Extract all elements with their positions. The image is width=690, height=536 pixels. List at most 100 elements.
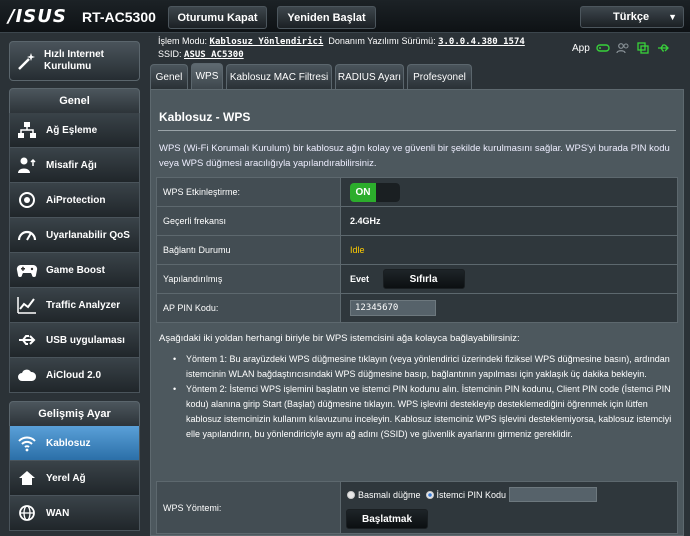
configured-label: Yapılandırılmış bbox=[156, 264, 341, 294]
general-section-title: Genel bbox=[9, 88, 140, 114]
tab-general[interactable]: Genel bbox=[150, 64, 188, 89]
guest-network-icon bbox=[16, 155, 38, 175]
sidebar-item-label: Yerel Ağ bbox=[46, 472, 86, 484]
aiprotection-icon bbox=[16, 190, 38, 210]
top-bar: /ISUS RT-AC5300 Oturumu Kapat Yeniden Ba… bbox=[0, 0, 690, 33]
frequency-value: 2.4GHz bbox=[340, 206, 678, 236]
page-description: WPS (Wi-Fi Korumalı Kurulum) bir kablosu… bbox=[159, 143, 670, 169]
sidebar-item-network-map[interactable]: Ağ Eşleme bbox=[9, 113, 140, 148]
tab-mac-filter[interactable]: Kablosuz MAC Filtresi bbox=[226, 64, 332, 89]
users-icon[interactable] bbox=[616, 42, 630, 54]
wps-method-label: WPS Yöntemi: bbox=[156, 481, 341, 534]
sidebar-item-label: USB uygulaması bbox=[46, 334, 125, 346]
mode-label: İşlem Modu: bbox=[158, 36, 208, 46]
page-title: Kablosuz - WPS bbox=[159, 110, 251, 124]
ap-pin-field[interactable]: 12345670 bbox=[350, 300, 436, 316]
wps-method-table: WPS Yöntemi: Basmalı düğme İstemci PIN K… bbox=[156, 481, 678, 534]
logout-button[interactable]: Oturumu Kapat bbox=[168, 6, 267, 29]
toggle-knob bbox=[376, 182, 400, 202]
sidebar-item-label: Misafir Ağı bbox=[46, 159, 97, 171]
magic-wand-icon bbox=[15, 51, 37, 73]
wps-intro-text: Aşağıdaki iki yoldan herhangi biriyle bi… bbox=[159, 333, 520, 344]
configured-cell: Evet Sıfırla bbox=[340, 264, 678, 294]
language-value: Türkçe bbox=[613, 11, 650, 23]
radio-push-button[interactable] bbox=[347, 490, 355, 499]
connection-status-value: Idle bbox=[340, 235, 678, 265]
asus-logo: /ISUS bbox=[8, 6, 67, 27]
table-row: WPS Etkinleştirme: ON bbox=[156, 177, 678, 207]
general-nav: Ağ Eşleme Misafir Ağı AiProtection Uyarl… bbox=[9, 113, 140, 393]
language-select[interactable]: Türkçe ▼ bbox=[580, 6, 684, 28]
wireless-icon bbox=[16, 433, 38, 453]
start-button[interactable]: Başlatmak bbox=[346, 509, 428, 529]
advanced-section-title: Gelişmiş Ayar bbox=[9, 401, 140, 427]
copy-icon[interactable] bbox=[636, 42, 650, 54]
sidebar-item-guest-network[interactable]: Misafir Ağı bbox=[9, 148, 140, 183]
sidebar-item-game-boost[interactable]: Game Boost bbox=[9, 253, 140, 288]
list-item: Yöntem 1: Bu arayüzdeki WPS düğmesine tı… bbox=[173, 352, 673, 382]
sidebar-item-label: Ağ Eşleme bbox=[46, 124, 98, 136]
wps-panel: Kablosuz - WPS WPS (Wi-Fi Korumalı Kurul… bbox=[150, 89, 684, 536]
sidebar-item-usb[interactable]: USB uygulaması bbox=[9, 323, 140, 358]
quick-setup-label: Hızlı Internet Kurulumu bbox=[44, 49, 105, 72]
ssid-link[interactable]: ASUS_AC5300 bbox=[184, 50, 244, 60]
table-row: AP PIN Kodu: 12345670 bbox=[156, 293, 678, 323]
gamepad-icon[interactable] bbox=[596, 42, 610, 54]
status-icons: App bbox=[572, 42, 670, 54]
table-row: Geçerli frekansı 2.4GHz bbox=[156, 206, 678, 236]
toggle-on-label: ON bbox=[350, 182, 376, 202]
wps-enable-toggle[interactable]: ON bbox=[350, 182, 400, 202]
reboot-button[interactable]: Yeniden Başlat bbox=[277, 6, 376, 29]
wan-icon bbox=[16, 503, 38, 523]
wps-methods-list: Yöntem 1: Bu arayüzdeki WPS düğmesine tı… bbox=[173, 352, 673, 442]
sidebar-item-label: Game Boost bbox=[46, 264, 105, 276]
radio-client-pin[interactable] bbox=[425, 490, 434, 499]
tab-radius[interactable]: RADIUS Ayarı bbox=[335, 64, 404, 89]
connection-status-label: Bağlantı Durumu bbox=[156, 235, 341, 265]
sidebar-item-label: Traffic Analyzer bbox=[46, 299, 121, 311]
wps-enable-cell: ON bbox=[340, 177, 678, 207]
ssid-label: SSID: bbox=[158, 49, 182, 59]
sidebar-item-label: AiCloud 2.0 bbox=[46, 369, 102, 381]
usb-status-icon[interactable] bbox=[656, 42, 670, 54]
sidebar-item-wireless[interactable]: Kablosuz bbox=[9, 426, 140, 461]
sidebar-item-lan[interactable]: Yerel Ağ bbox=[9, 461, 140, 496]
sidebar-item-label: WAN bbox=[46, 507, 70, 519]
tab-professional[interactable]: Profesyonel bbox=[407, 64, 472, 89]
firmware-link[interactable]: 3.0.0.4.380_1574 bbox=[438, 37, 525, 47]
wps-enable-label: WPS Etkinleştirme: bbox=[156, 177, 341, 207]
sidebar-item-qos[interactable]: Uyarlanabilir QoS bbox=[9, 218, 140, 253]
table-row: WPS Yöntemi: Basmalı düğme İstemci PIN K… bbox=[156, 481, 678, 534]
ap-pin-cell: 12345670 bbox=[340, 293, 678, 323]
quick-setup-button[interactable]: Hızlı Internet Kurulumu bbox=[9, 41, 140, 81]
traffic-analyzer-icon bbox=[16, 295, 38, 315]
router-model: RT-AC5300 bbox=[82, 9, 156, 25]
sidebar-item-aiprotection[interactable]: AiProtection bbox=[9, 183, 140, 218]
mode-link[interactable]: Kablosuz Yönlendirici bbox=[210, 37, 324, 47]
qos-icon bbox=[16, 225, 38, 245]
lan-icon bbox=[16, 468, 38, 488]
wps-method-options: Basmalı düğme İstemci PIN Kodu bbox=[347, 487, 677, 502]
wps-settings-table: WPS Etkinleştirme: ON Geçerli frekansı 2… bbox=[156, 177, 678, 323]
advanced-nav: Kablosuz Yerel Ağ WAN bbox=[9, 426, 140, 531]
push-button-label: Basmalı düğme bbox=[358, 489, 421, 500]
sidebar-item-label: AiProtection bbox=[46, 194, 106, 206]
wps-method-cell: Basmalı düğme İstemci PIN Kodu Başlatmak bbox=[340, 481, 678, 534]
list-item: Yöntem 2: İstemci WPS işlemini başlatın … bbox=[173, 382, 673, 442]
sidebar-item-traffic-analyzer[interactable]: Traffic Analyzer bbox=[9, 288, 140, 323]
chevron-down-icon: ▼ bbox=[668, 12, 677, 22]
table-row: Bağlantı Durumu Idle bbox=[156, 235, 678, 265]
firmware-label: Donanım Yazılımı Sürümü: bbox=[328, 36, 436, 46]
frequency-label: Geçerli frekansı bbox=[156, 206, 341, 236]
client-pin-label: İstemci PIN Kodu bbox=[436, 489, 507, 500]
sidebar-item-aicloud[interactable]: AiCloud 2.0 bbox=[9, 358, 140, 393]
usb-icon bbox=[16, 330, 38, 350]
tab-wps[interactable]: WPS bbox=[191, 63, 223, 89]
gamepad-icon bbox=[16, 260, 38, 280]
table-row: Yapılandırılmış Evet Sıfırla bbox=[156, 264, 678, 294]
client-pin-input[interactable] bbox=[509, 487, 598, 502]
app-label[interactable]: App bbox=[572, 43, 590, 54]
configured-value: Evet bbox=[350, 273, 370, 284]
reset-button[interactable]: Sıfırla bbox=[382, 269, 465, 289]
sidebar-item-wan[interactable]: WAN bbox=[9, 496, 140, 531]
